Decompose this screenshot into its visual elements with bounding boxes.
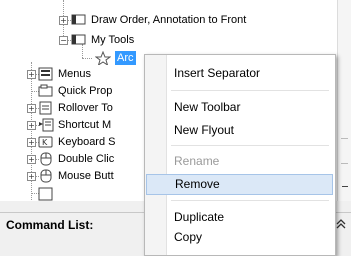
quick-properties-icon (38, 84, 54, 98)
menu-icon (38, 187, 54, 201)
shortcut-menu-icon (38, 118, 54, 132)
tree-item-keyboard-shortcuts[interactable]: K Keyboard S (38, 134, 115, 150)
tree-item-double-click[interactable]: Double Clic (38, 151, 114, 167)
collapse-dash-icon (342, 186, 348, 187)
tree-item-menus[interactable]: Menus (38, 66, 91, 82)
mouse-button-icon (38, 169, 54, 183)
menu-item-rename[interactable]: Rename (146, 151, 333, 172)
tree-item-label: Mouse Butt (58, 170, 114, 182)
command-list-title: Command List: (6, 218, 94, 232)
tree-item-arc[interactable]: Arc (94, 50, 136, 67)
expand-toggle[interactable]: + (59, 16, 68, 25)
tree-item-partial[interactable] (38, 186, 58, 201)
tree-item-label: Double Clic (58, 153, 115, 165)
menu-item-new-toolbar[interactable]: New Toolbar (146, 97, 333, 118)
expand-toggle[interactable]: + (27, 121, 36, 130)
tree-item-label: My Tools (91, 34, 135, 46)
splitter-grip[interactable] (341, 138, 348, 164)
expand-toggle[interactable]: + (27, 138, 36, 147)
tree-item-label: Menus (58, 68, 92, 80)
tree-item-shortcut-menus[interactable]: Shortcut M (38, 117, 111, 133)
expand-toggle[interactable]: + (27, 155, 36, 164)
toolbar-icon (71, 13, 87, 27)
tree-item-label: Draw Order, Annotation to Front (91, 14, 247, 26)
menu-separator (171, 200, 329, 201)
menu-item-insert-separator[interactable]: Insert Separator (146, 63, 333, 84)
right-panel-edge[interactable] (337, 0, 351, 201)
expand-toggle[interactable]: + (27, 172, 36, 181)
tree-item-draw-order[interactable]: Draw Order, Annotation to Front (71, 12, 246, 28)
menu-item-remove[interactable]: Remove (146, 174, 333, 195)
menu-item-duplicate[interactable]: Duplicate (146, 207, 333, 228)
tree-item-mouse-buttons[interactable]: Mouse Butt (38, 168, 114, 184)
context-menu: Insert Separator New Toolbar New Flyout … (144, 54, 336, 256)
toolbar-icon (71, 33, 87, 47)
tree-item-my-tools[interactable]: My Tools (71, 32, 134, 48)
tree-connector (82, 58, 92, 59)
expand-toggle[interactable]: + (27, 70, 36, 79)
keyboard-shortcut-icon: K (38, 135, 54, 149)
star-icon (94, 50, 112, 67)
double-chevron-up-icon[interactable] (336, 219, 346, 232)
tree-item-label: Keyboard S (58, 136, 116, 148)
menu-item-new-flyout[interactable]: New Flyout (146, 120, 333, 141)
tree-item-label: Arc (115, 51, 136, 65)
tree-item-label: Shortcut M (58, 119, 112, 131)
tree-item-quick-properties[interactable]: Quick Prop (38, 83, 112, 99)
menu-separator (171, 90, 329, 91)
tree-item-label: Rollover To (58, 102, 113, 114)
tree-item-label: Quick Prop (58, 85, 113, 97)
double-click-icon (38, 152, 54, 166)
menu-separator (171, 145, 329, 146)
svg-text:K: K (42, 138, 48, 147)
menu-icon (38, 67, 54, 81)
rollover-tooltip-icon (38, 101, 54, 115)
expand-toggle[interactable]: + (27, 104, 36, 113)
menu-item-copy[interactable]: Copy (146, 227, 333, 248)
tree-item-rollover-tooltips[interactable]: Rollover To (38, 100, 113, 116)
collapse-toggle[interactable]: − (59, 36, 68, 45)
